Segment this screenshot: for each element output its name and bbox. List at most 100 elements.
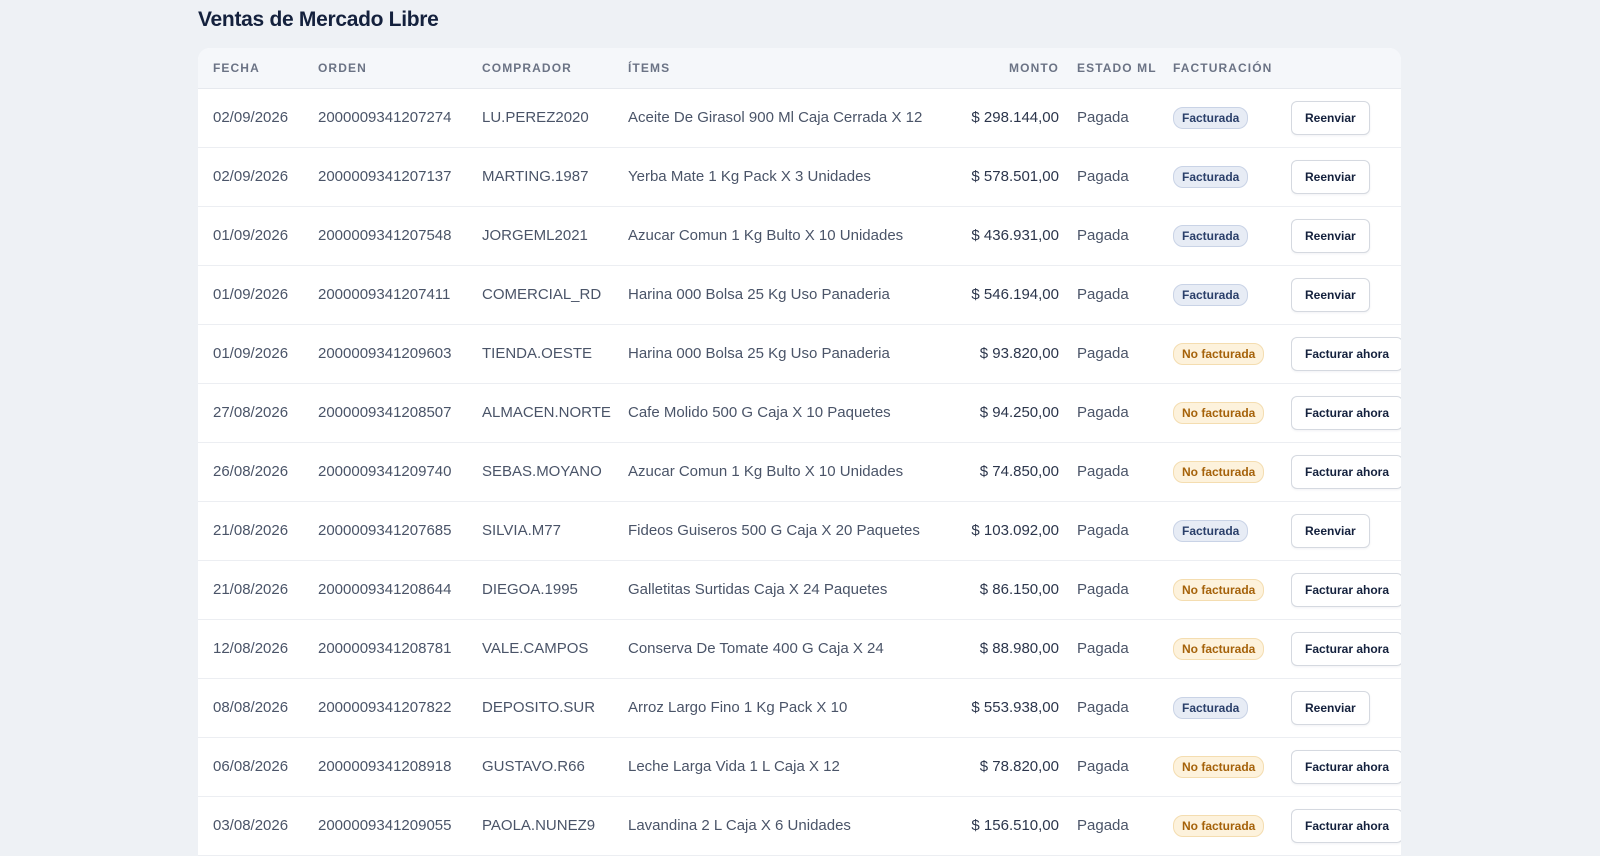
invoice-now-button[interactable]: Facturar ahora bbox=[1291, 454, 1401, 489]
cell-facturacion: No facturada bbox=[1173, 560, 1291, 620]
cell-facturacion: No facturada bbox=[1173, 442, 1291, 502]
cell-orden: 2000009341207411 bbox=[318, 265, 482, 325]
table-header-row: FECHA ORDEN COMPRADOR ÍTEMS MONTO ESTADO… bbox=[198, 48, 1401, 89]
cell-fecha: 06/08/2026 bbox=[198, 737, 318, 797]
status-badge: No facturada bbox=[1173, 342, 1265, 365]
cell-comprador: LU.PEREZ2020 bbox=[482, 88, 628, 148]
cell-fecha: 02/09/2026 bbox=[198, 88, 318, 148]
cell-items: Harina 000 Bolsa 25 Kg Uso Panaderia bbox=[628, 324, 940, 384]
status-badge: No facturada bbox=[1173, 814, 1265, 837]
cell-estado-ml: Pagada bbox=[1059, 442, 1173, 502]
page-title: Ventas de Mercado Libre bbox=[198, 8, 439, 31]
resend-button[interactable]: Reenviar bbox=[1291, 690, 1370, 725]
cell-estado-ml: Pagada bbox=[1059, 147, 1173, 207]
cell-fecha: 12/08/2026 bbox=[198, 619, 318, 679]
status-badge: Facturada bbox=[1173, 696, 1249, 719]
cell-monto: $ 88.980,00 bbox=[940, 619, 1059, 679]
cell-estado-ml: Pagada bbox=[1059, 501, 1173, 561]
table-row: 08/08/2026 2000009341207822 DEPOSITO.SUR Ar… bbox=[198, 678, 1401, 738]
cell-orden: 2000009341207137 bbox=[318, 147, 482, 207]
cell-orden: 2000009341207548 bbox=[318, 206, 482, 266]
cell-items: Harina 000 Bolsa 25 Kg Uso Panaderia bbox=[628, 265, 940, 325]
table-row: 02/09/2026 2000009341207137 MARTING.1987 Ye… bbox=[198, 147, 1401, 207]
cell-facturacion: No facturada bbox=[1173, 619, 1291, 679]
table-row: 06/08/2026 2000009341208918 GUSTAVO.R66 Lec… bbox=[198, 737, 1401, 797]
cell-comprador: DIEGOA.1995 bbox=[482, 560, 628, 620]
resend-button[interactable]: Reenviar bbox=[1291, 218, 1370, 253]
invoice-now-button[interactable]: Facturar ahora bbox=[1291, 808, 1401, 843]
cell-estado-ml: Pagada bbox=[1059, 560, 1173, 620]
resend-button[interactable]: Reenviar bbox=[1291, 277, 1370, 312]
cell-action: Facturar ahora bbox=[1291, 619, 1401, 679]
cell-monto: $ 93.820,00 bbox=[940, 324, 1059, 384]
cell-facturacion: Facturada bbox=[1173, 265, 1291, 325]
cell-action: Reenviar bbox=[1291, 265, 1401, 325]
cell-monto: $ 546.194,00 bbox=[940, 265, 1059, 325]
cell-fecha: 21/08/2026 bbox=[198, 501, 318, 561]
cell-comprador: TIENDA.OESTE bbox=[482, 324, 628, 384]
cell-items: Fideos Guiseros 500 G Caja X 20 Paquetes bbox=[628, 501, 940, 561]
status-badge: Facturada bbox=[1173, 519, 1249, 542]
cell-action: Reenviar bbox=[1291, 501, 1401, 561]
invoice-now-button[interactable]: Facturar ahora bbox=[1291, 395, 1401, 430]
cell-fecha: 27/08/2026 bbox=[198, 383, 318, 443]
cell-comprador: DEPOSITO.SUR bbox=[482, 678, 628, 738]
invoice-now-button[interactable]: Facturar ahora bbox=[1291, 749, 1401, 784]
cell-comprador: JORGEML2021 bbox=[482, 206, 628, 266]
cell-items: Aceite De Girasol 900 Ml Caja Cerrada X … bbox=[628, 88, 940, 148]
resend-button[interactable]: Reenviar bbox=[1291, 100, 1370, 135]
cell-estado-ml: Pagada bbox=[1059, 737, 1173, 797]
cell-facturacion: Facturada bbox=[1173, 206, 1291, 266]
table-row: 01/09/2026 2000009341207411 COMERCIAL_RD Ha… bbox=[198, 265, 1401, 325]
status-badge: Facturada bbox=[1173, 283, 1249, 306]
header-estado: ESTADO ML bbox=[1059, 48, 1173, 89]
cell-facturacion: Facturada bbox=[1173, 678, 1291, 738]
header-fecha: FECHA bbox=[198, 48, 318, 89]
cell-items: Leche Larga Vida 1 L Caja X 12 bbox=[628, 737, 940, 797]
cell-facturacion: Facturada bbox=[1173, 88, 1291, 148]
cell-items: Azucar Comun 1 Kg Bulto X 10 Unidades bbox=[628, 442, 940, 502]
table-row: 01/09/2026 2000009341209603 TIENDA.OESTE Ha… bbox=[198, 324, 1401, 384]
cell-monto: $ 74.850,00 bbox=[940, 442, 1059, 502]
invoice-now-button[interactable]: Facturar ahora bbox=[1291, 336, 1401, 371]
status-badge: No facturada bbox=[1173, 637, 1265, 660]
cell-facturacion: Facturada bbox=[1173, 147, 1291, 207]
cell-comprador: VALE.CAMPOS bbox=[482, 619, 628, 679]
invoice-now-button[interactable]: Facturar ahora bbox=[1291, 631, 1401, 666]
cell-facturacion: No facturada bbox=[1173, 796, 1291, 856]
cell-action: Facturar ahora bbox=[1291, 560, 1401, 620]
cell-fecha: 08/08/2026 bbox=[198, 678, 318, 738]
invoice-now-button[interactable]: Facturar ahora bbox=[1291, 572, 1401, 607]
cell-orden: 2000009341208918 bbox=[318, 737, 482, 797]
cell-comprador: SEBAS.MOYANO bbox=[482, 442, 628, 502]
status-badge: No facturada bbox=[1173, 755, 1265, 778]
cell-estado-ml: Pagada bbox=[1059, 678, 1173, 738]
header-monto: MONTO bbox=[940, 48, 1059, 89]
status-badge: No facturada bbox=[1173, 401, 1265, 424]
cell-items: Galletitas Surtidas Caja X 24 Paquetes bbox=[628, 560, 940, 620]
table-row: 21/08/2026 2000009341208644 DIEGOA.1995 Gal… bbox=[198, 560, 1401, 620]
cell-items: Arroz Largo Fino 1 Kg Pack X 10 bbox=[628, 678, 940, 738]
cell-monto: $ 553.938,00 bbox=[940, 678, 1059, 738]
cell-facturacion: No facturada bbox=[1173, 383, 1291, 443]
cell-estado-ml: Pagada bbox=[1059, 265, 1173, 325]
cell-fecha: 26/08/2026 bbox=[198, 442, 318, 502]
cell-comprador: ALMACEN.NORTE bbox=[482, 383, 628, 443]
cell-orden: 2000009341209740 bbox=[318, 442, 482, 502]
cell-items: Lavandina 2 L Caja X 6 Unidades bbox=[628, 796, 940, 856]
table-row: 27/08/2026 2000009341208507 ALMACEN.NORTE C… bbox=[198, 383, 1401, 443]
table-row: 26/08/2026 2000009341209740 SEBAS.MOYANO Az… bbox=[198, 442, 1401, 502]
header-actions bbox=[1291, 48, 1401, 89]
status-badge: Facturada bbox=[1173, 224, 1249, 247]
resend-button[interactable]: Reenviar bbox=[1291, 513, 1370, 548]
table-row: 02/09/2026 2000009341207274 LU.PEREZ2020 Ac… bbox=[198, 88, 1401, 148]
cell-estado-ml: Pagada bbox=[1059, 324, 1173, 384]
cell-action: Facturar ahora bbox=[1291, 383, 1401, 443]
cell-fecha: 01/09/2026 bbox=[198, 206, 318, 266]
table-row: 12/08/2026 2000009341208781 VALE.CAMPOS Con… bbox=[198, 619, 1401, 679]
cell-orden: 2000009341209603 bbox=[318, 324, 482, 384]
cell-orden: 2000009341208781 bbox=[318, 619, 482, 679]
cell-comprador: MARTING.1987 bbox=[482, 147, 628, 207]
resend-button[interactable]: Reenviar bbox=[1291, 159, 1370, 194]
cell-monto: $ 78.820,00 bbox=[940, 737, 1059, 797]
